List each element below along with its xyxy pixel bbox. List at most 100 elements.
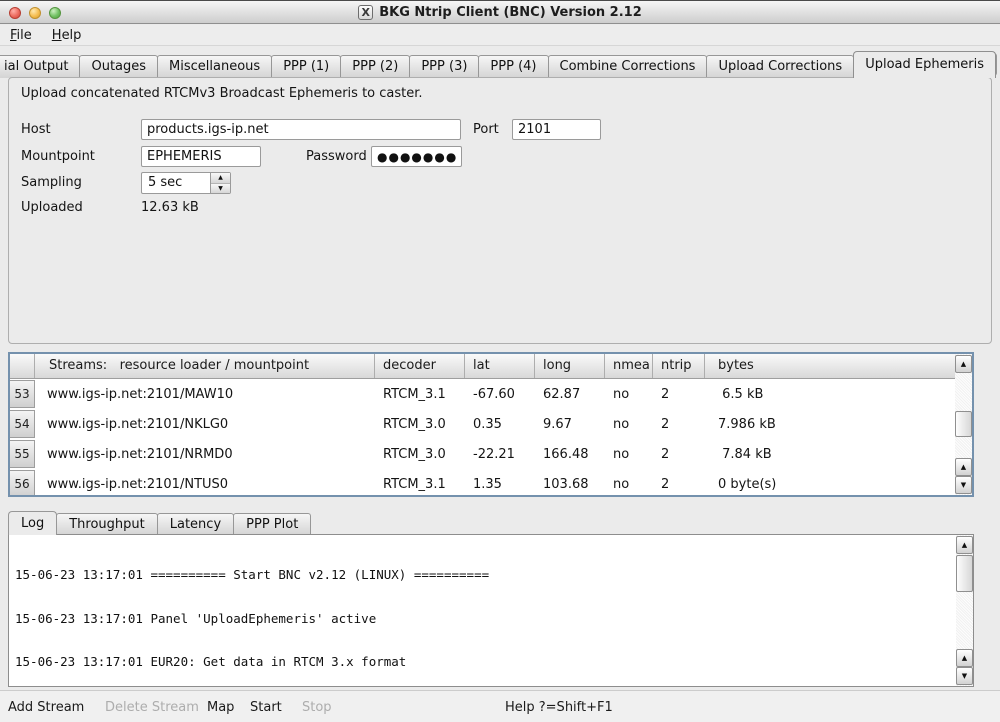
- host-label: Host: [21, 122, 51, 137]
- cell-stream: www.igs-ip.net:2101/NKLG0: [35, 417, 375, 432]
- tab-outages[interactable]: Outages: [79, 55, 158, 78]
- tab-latency[interactable]: Latency: [157, 513, 234, 535]
- log-line: 15-06-23 13:17:01 Panel 'UploadEphemeris…: [15, 612, 953, 627]
- header-ntrip[interactable]: ntrip: [653, 354, 705, 378]
- table-scrollbar[interactable]: ▲ ▲ ▼: [955, 354, 972, 495]
- row-number[interactable]: 53: [10, 380, 35, 408]
- titlebar: X BKG Ntrip Client (BNC) Version 2.12: [0, 0, 1000, 24]
- spinner-down-icon[interactable]: ▼: [211, 184, 230, 194]
- tab-log[interactable]: Log: [8, 511, 57, 535]
- uploaded-value: 12.63 kB: [141, 200, 199, 215]
- cell-bytes: 7.986 kB: [705, 417, 972, 432]
- log-pane: 15-06-23 13:17:01 ========== Start BNC v…: [8, 534, 974, 687]
- log-scrollbar[interactable]: ▲ ▲ ▼: [956, 535, 973, 686]
- cell-ntrip: 2: [653, 477, 705, 492]
- password-input[interactable]: [371, 146, 462, 167]
- menu-help[interactable]: Help: [52, 28, 82, 43]
- scroll-up-icon[interactable]: ▲: [955, 458, 972, 476]
- cell-lat: -67.60: [465, 387, 535, 402]
- log-line: 15-06-23 13:17:01 EUR20: Get data in RTC…: [15, 655, 953, 670]
- cell-nmea: no: [605, 477, 653, 492]
- log-output[interactable]: 15-06-23 13:17:01 ========== Start BNC v…: [11, 539, 953, 684]
- header-row-number: [10, 354, 35, 378]
- scrollbar-thumb[interactable]: [956, 555, 973, 592]
- header-bytes[interactable]: bytes: [705, 354, 972, 378]
- tab-combine-corrections[interactable]: Combine Corrections: [548, 55, 708, 78]
- tab-ppp-3[interactable]: PPP (3): [409, 55, 479, 78]
- cell-nmea: no: [605, 447, 653, 462]
- app-window: X BKG Ntrip Client (BNC) Version 2.12 Fi…: [0, 0, 1000, 722]
- header-stream[interactable]: Streams: resource loader / mountpoint: [35, 354, 375, 378]
- panel-description: Upload concatenated RTCMv3 Broadcast Eph…: [21, 86, 423, 101]
- tab-ppp-2[interactable]: PPP (2): [340, 55, 410, 78]
- tab-miscellaneous[interactable]: Miscellaneous: [157, 55, 272, 78]
- sampling-spin-buttons: ▲ ▼: [210, 173, 230, 193]
- streams-table: Streams: resource loader / mountpoint de…: [8, 352, 974, 497]
- scroll-up-icon[interactable]: ▲: [955, 355, 972, 373]
- cell-long: 62.87: [535, 387, 605, 402]
- table-row[interactable]: 54 www.igs-ip.net:2101/NKLG0 RTCM_3.0 0.…: [10, 409, 972, 439]
- spinner-up-icon[interactable]: ▲: [211, 173, 230, 184]
- sampling-label: Sampling: [21, 175, 82, 190]
- cell-ntrip: 2: [653, 417, 705, 432]
- cell-decoder: RTCM_3.0: [375, 417, 465, 432]
- cell-bytes: 0 byte(s): [705, 477, 972, 492]
- header-lat[interactable]: lat: [465, 354, 535, 378]
- table-row[interactable]: 53 www.igs-ip.net:2101/MAW10 RTCM_3.1 -6…: [10, 379, 972, 409]
- top-tabbar: ial Output Outages Miscellaneous PPP (1)…: [0, 51, 1000, 78]
- header-nmea[interactable]: nmea: [605, 354, 653, 378]
- cell-lat: 0.35: [465, 417, 535, 432]
- add-stream-button[interactable]: Add Stream: [8, 691, 84, 722]
- mountpoint-label: Mountpoint: [21, 149, 95, 164]
- tab-ppp-plot[interactable]: PPP Plot: [233, 513, 311, 535]
- tab-ppp-1[interactable]: PPP (1): [271, 55, 341, 78]
- cell-long: 9.67: [535, 417, 605, 432]
- start-button[interactable]: Start: [250, 691, 282, 722]
- title-area: X BKG Ntrip Client (BNC) Version 2.12: [0, 1, 1000, 24]
- header-long[interactable]: long: [535, 354, 605, 378]
- tab-ppp-4[interactable]: PPP (4): [478, 55, 548, 78]
- log-line: 15-06-23 13:17:01 ========== Start BNC v…: [15, 568, 953, 583]
- header-decoder[interactable]: decoder: [375, 354, 465, 378]
- tab-serial-output[interactable]: ial Output: [0, 55, 80, 78]
- stop-button: Stop: [302, 691, 332, 722]
- row-number[interactable]: 54: [10, 410, 35, 438]
- scroll-down-icon[interactable]: ▼: [956, 667, 973, 685]
- port-input[interactable]: [512, 119, 601, 140]
- tab-upload-corrections[interactable]: Upload Corrections: [706, 55, 854, 78]
- uploaded-label: Uploaded: [21, 200, 83, 215]
- host-input[interactable]: [141, 119, 461, 140]
- table-row[interactable]: 55 www.igs-ip.net:2101/NRMD0 RTCM_3.0 -2…: [10, 439, 972, 469]
- sampling-spinner[interactable]: 5 sec ▲ ▼: [141, 172, 231, 194]
- tab-throughput[interactable]: Throughput: [56, 513, 158, 535]
- cell-ntrip: 2: [653, 447, 705, 462]
- cell-ntrip: 2: [653, 387, 705, 402]
- cell-decoder: RTCM_3.0: [375, 447, 465, 462]
- row-number[interactable]: 56: [10, 470, 35, 497]
- menu-file[interactable]: File: [10, 28, 32, 43]
- menubar: File Help: [0, 25, 1000, 46]
- bottom-toolbar: Add Stream Delete Stream Map Start Stop …: [0, 690, 1000, 722]
- cell-nmea: no: [605, 387, 653, 402]
- x11-app-icon: X: [358, 5, 373, 20]
- scroll-up-icon[interactable]: ▲: [956, 536, 973, 554]
- scroll-down-icon[interactable]: ▼: [955, 476, 972, 494]
- cell-stream: www.igs-ip.net:2101/NTUS0: [35, 477, 375, 492]
- window-title: BKG Ntrip Client (BNC) Version 2.12: [379, 5, 642, 20]
- cell-stream: www.igs-ip.net:2101/NRMD0: [35, 447, 375, 462]
- scroll-up-icon[interactable]: ▲: [956, 649, 973, 667]
- cell-bytes: 6.5 kB: [705, 387, 972, 402]
- mountpoint-input[interactable]: [141, 146, 261, 167]
- cell-decoder: RTCM_3.1: [375, 477, 465, 492]
- bottom-tabbar: Log Throughput Latency PPP Plot: [8, 511, 1000, 535]
- scrollbar-thumb[interactable]: [955, 411, 972, 437]
- port-label: Port: [473, 122, 499, 137]
- cell-bytes: 7.84 kB: [705, 447, 972, 462]
- row-number[interactable]: 55: [10, 440, 35, 468]
- cell-lat: -22.21: [465, 447, 535, 462]
- cell-decoder: RTCM_3.1: [375, 387, 465, 402]
- map-button[interactable]: Map: [207, 691, 234, 722]
- table-row[interactable]: 56 www.igs-ip.net:2101/NTUS0 RTCM_3.1 1.…: [10, 469, 972, 497]
- cell-lat: 1.35: [465, 477, 535, 492]
- tab-upload-ephemeris[interactable]: Upload Ephemeris: [853, 51, 996, 78]
